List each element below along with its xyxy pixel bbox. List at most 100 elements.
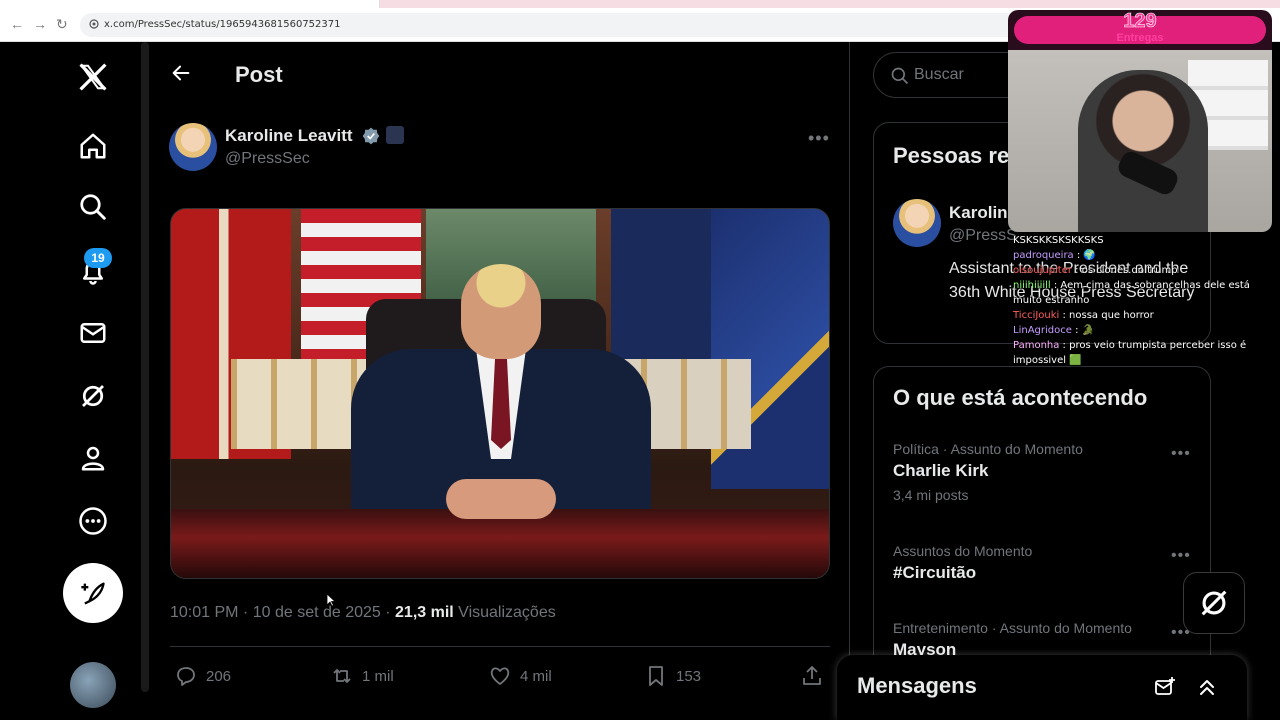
trend-category: Política · Assunto do Momento <box>893 441 1083 457</box>
trend-item[interactable]: Assuntos do Momento #Circuitão <box>893 543 1193 583</box>
divider <box>170 646 830 647</box>
account-avatar[interactable] <box>70 662 116 708</box>
post-timestamp[interactable]: 10:01 PM · 10 de set de 2025 · <box>170 604 395 621</box>
chat-user: TicciJouki <box>1013 310 1060 321</box>
chat-message: oisoujupiter : os clones do trump <box>1013 263 1275 278</box>
affiliate-badge-icon[interactable] <box>386 126 404 144</box>
repost-button[interactable]: 1 mil <box>330 664 394 688</box>
trend-item[interactable]: Política · Assunto do Momento Charlie Ki… <box>893 441 1193 503</box>
views-count: 21,3 mil <box>395 604 454 621</box>
mail-icon[interactable] <box>74 314 112 352</box>
chat-user: padroqueira <box>1013 250 1074 261</box>
search-icon <box>891 67 909 85</box>
repost-count: 1 mil <box>362 667 394 685</box>
browser-tab-strip <box>0 0 1280 8</box>
chat-message: niiihiiiill : Aem cima das sobrancelhas … <box>1013 278 1275 308</box>
compose-post-button[interactable] <box>63 563 123 623</box>
more-icon[interactable] <box>74 502 112 540</box>
chat-text: : 🌍 <box>1073 250 1096 261</box>
trend-category: Entretenimento · Assunto do Momento <box>893 620 1132 636</box>
suggested-user-avatar[interactable] <box>893 199 941 247</box>
back-arrow-icon[interactable] <box>170 62 192 84</box>
suggested-user-handle[interactable]: @PressS <box>949 227 1017 245</box>
search-placeholder: Buscar <box>914 66 964 83</box>
video-scene <box>611 209 721 379</box>
profile-icon[interactable] <box>74 439 112 477</box>
page-title: Post <box>235 62 283 87</box>
chat-message: TicciJouki : nossa que horror <box>1013 308 1275 323</box>
post-video[interactable] <box>170 208 830 579</box>
video-scene <box>446 479 556 519</box>
bookmark-icon <box>649 666 663 686</box>
author-handle[interactable]: @PressSec <box>225 150 310 168</box>
chat-message: Pamonha : pros veio trumpista perceber i… <box>1013 338 1275 368</box>
site-info-icon[interactable] <box>88 18 100 30</box>
post-actions: 206 1 mil 4 mil 153 <box>170 664 830 694</box>
chat-text: : os clones do trump <box>1072 265 1178 276</box>
verified-badge-icon <box>362 127 380 145</box>
trends-title: O que está acontecendo <box>893 385 1148 410</box>
like-button[interactable]: 4 mil <box>488 664 552 688</box>
post-header: Post <box>150 42 850 108</box>
chat-message: padroqueira : 🌍 <box>1013 248 1275 263</box>
repost-icon <box>333 669 351 683</box>
url-field[interactable]: x.com/PressSec/status/196594368156075237… <box>80 13 1020 37</box>
video-scene <box>461 264 541 359</box>
post-meta: 10:01 PM · 10 de set de 2025 · 21,3 mil … <box>170 604 556 622</box>
expand-chevron-icon[interactable] <box>1195 675 1219 699</box>
stream-counter: 129 <box>1123 10 1157 32</box>
feather-plus-icon <box>81 582 105 605</box>
webcam-person <box>1078 70 1208 232</box>
trend-item[interactable]: Entretenimento · Assunto do Momento Mays… <box>893 620 1193 660</box>
chat-user: LinAgridoce <box>1013 325 1072 336</box>
author-avatar[interactable] <box>169 123 217 171</box>
trend-more-icon[interactable]: ••• <box>1171 445 1191 463</box>
x-logo-icon[interactable] <box>74 58 112 96</box>
left-nav: 19 <box>0 42 150 720</box>
scrollbar[interactable] <box>141 42 149 692</box>
home-icon[interactable] <box>74 127 112 165</box>
browser-tab[interactable] <box>0 0 380 8</box>
post-more-icon[interactable]: ••• <box>808 128 830 149</box>
author-name[interactable]: Karoline Leavitt <box>225 126 353 146</box>
new-message-icon[interactable] <box>1153 675 1177 699</box>
video-scene <box>171 509 829 578</box>
share-button[interactable] <box>800 664 824 688</box>
share-icon <box>803 666 821 685</box>
trend-topic: #Circuitão <box>893 563 977 582</box>
reply-count: 206 <box>206 667 232 685</box>
like-count: 4 mil <box>520 667 552 685</box>
chat-text: : nossa que horror <box>1059 310 1154 321</box>
trend-category: Assuntos do Momento <box>893 543 1033 559</box>
grok-icon <box>1201 590 1227 616</box>
trend-topic: Charlie Kirk <box>893 461 989 480</box>
who-to-follow-title: Pessoas re <box>893 143 1010 168</box>
grok-floating-button[interactable] <box>1183 572 1245 634</box>
browser-forward-icon[interactable]: → <box>33 16 47 32</box>
browser-back-icon[interactable]: ← <box>10 16 24 32</box>
browser-reload-icon[interactable]: ↻ <box>56 16 68 33</box>
messages-title: Mensagens <box>857 673 977 698</box>
chat-user: oisoujupiter <box>1013 265 1072 276</box>
url-text: x.com/PressSec/status/196594368156075237… <box>104 19 341 30</box>
search-icon[interactable] <box>74 188 112 226</box>
views-label: Visualizações <box>453 604 556 621</box>
trend-more-icon[interactable]: ••• <box>1171 547 1191 565</box>
suggested-user-name[interactable]: Karolin <box>949 203 1008 223</box>
chat-text: : 🐊 <box>1071 325 1095 336</box>
notifications-badge: 19 <box>84 248 112 268</box>
chat-user: niiihiiiill <box>1013 280 1051 291</box>
chat-message: KSKSKKSKSKKSKS <box>1013 233 1275 248</box>
video-scene <box>231 359 371 449</box>
messages-drawer[interactable]: Mensagens <box>837 655 1247 720</box>
main-column: Post Karoline Leavitt @PressSec ••• 10:0… <box>150 42 850 720</box>
stream-counter-label: Entregas <box>1116 32 1164 44</box>
webcam-overlay: 129 Entregas <box>1008 10 1272 232</box>
reply-button[interactable]: 206 <box>174 664 231 688</box>
chat-user: Pamonha <box>1013 340 1060 351</box>
grok-icon[interactable] <box>74 377 112 415</box>
trend-count: 3,4 mi posts <box>893 487 969 503</box>
mouse-cursor-icon <box>326 593 336 607</box>
bookmark-count: 153 <box>676 667 702 685</box>
bookmark-button[interactable]: 153 <box>644 664 701 688</box>
